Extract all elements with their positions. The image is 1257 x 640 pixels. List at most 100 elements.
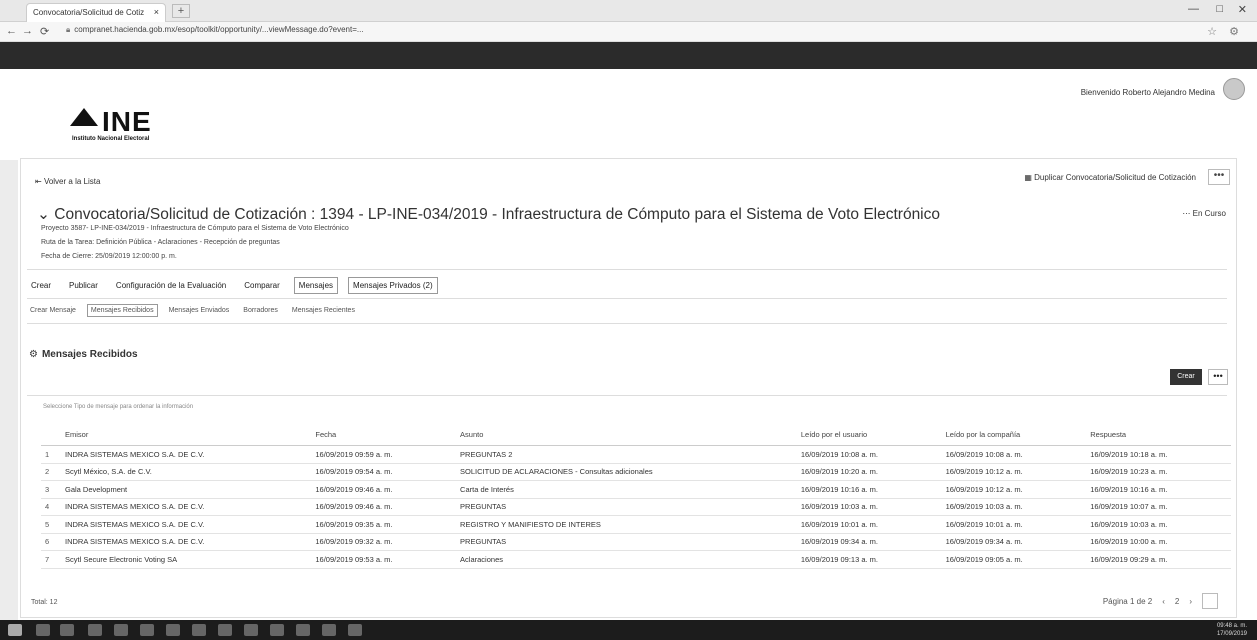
menu-comparar[interactable]: Comparar: [240, 278, 284, 293]
main-panel: ⇤ Volver a la Lista ▦ Duplicar Convocato…: [20, 158, 1237, 618]
header-more-button[interactable]: •••: [1208, 169, 1230, 185]
url-input[interactable]: 🔒︎ compranet.hacienda.gob.mx/esop/toolkit…: [62, 25, 1152, 39]
menu-crear[interactable]: Crear: [27, 278, 55, 293]
close-window-icon[interactable]: ✕: [1238, 3, 1247, 16]
submenu-mensajes-enviados[interactable]: Mensajes Enviados: [166, 305, 233, 316]
search-icon[interactable]: [36, 624, 50, 636]
bookmark-star-icon[interactable]: ☆: [1207, 25, 1217, 38]
col-header-leido-compania[interactable]: Leído por la compañía: [941, 424, 1087, 446]
cell-leido-compania: 16/09/2019 09:05 a. m.: [941, 550, 1087, 569]
back-to-list-link[interactable]: ⇤ Volver a la Lista: [35, 177, 100, 186]
gear-icon: ⚙: [29, 349, 38, 360]
table-row[interactable]: 7 Scytl Secure Electronic Voting SA 16/09/…: [41, 550, 1231, 569]
back-arrow-icon[interactable]: ←: [6, 25, 17, 37]
section-more-button[interactable]: •••: [1208, 369, 1228, 385]
close-date-line: Fecha de Cierre: 25/09/2019 12:00:00 p. …: [41, 253, 177, 260]
create-message-button[interactable]: Crear: [1170, 369, 1202, 385]
browser-taskbar-icon[interactable]: [88, 624, 102, 636]
table-row[interactable]: 3 Gala Development 16/09/2019 09:46 a. m. C…: [41, 480, 1231, 499]
os-taskbar: 09:48 a. m. 17/09/2019: [0, 620, 1257, 640]
back-link-label: Volver a la Lista: [43, 177, 101, 186]
col-header-index: [41, 424, 61, 446]
logo-text: INE: [102, 106, 152, 137]
sidebar-edge: [0, 160, 18, 620]
new-tab-button[interactable]: +: [172, 4, 190, 18]
table-row[interactable]: 1 INDRA SISTEMAS MEXICO S.A. DE C.V. 16/09…: [41, 445, 1231, 464]
table-row[interactable]: 4 INDRA SISTEMAS MEXICO S.A. DE C.V. 16/09…: [41, 498, 1231, 516]
cell-fecha: 16/09/2019 09:35 a. m.: [311, 515, 457, 534]
filter-hint: Seleccione Tipo de mensaje para ordenar …: [43, 404, 194, 410]
submenu-crear-mensaje[interactable]: Crear Mensaje: [27, 305, 79, 316]
lock-icon: 🔒︎: [66, 25, 71, 34]
browser-tab[interactable]: Convocatoria/Solicitud de Cotiz ×: [26, 3, 166, 22]
tab-close-icon[interactable]: ×: [154, 7, 159, 17]
logo-subtitle: Instituto Nacional Electoral: [72, 136, 150, 142]
cell-asunto[interactable]: Carta de Interés: [456, 480, 797, 499]
col-header-fecha[interactable]: Fecha: [311, 424, 457, 446]
prev-page-icon[interactable]: ‹: [1162, 597, 1165, 606]
duplicate-link[interactable]: ▦ Duplicar Convocatoria/Solicitud de Cot…: [1024, 173, 1196, 182]
page-input[interactable]: [1202, 593, 1218, 609]
url-text: compranet.hacienda.gob.mx/esop/toolkit/o…: [74, 25, 364, 34]
cell-asunto[interactable]: Aclaraciones: [456, 550, 797, 569]
app-taskbar-icon[interactable]: [348, 624, 362, 636]
divider: [27, 269, 1227, 270]
reload-icon[interactable]: ⟳: [40, 25, 49, 38]
menu-config-evaluacion[interactable]: Configuración de la Evaluación: [112, 278, 230, 293]
task-route-line: Ruta de la Tarea: Definición Pública - A…: [41, 239, 280, 246]
app-taskbar-icon[interactable]: [140, 624, 154, 636]
menu-publicar[interactable]: Publicar: [65, 278, 102, 293]
menu-mensajes[interactable]: Mensajes: [293, 276, 339, 294]
submenu-mensajes-recibidos[interactable]: Mensajes Recibidos: [86, 303, 158, 317]
app-taskbar-icon[interactable]: [218, 624, 232, 636]
cell-fecha: 16/09/2019 09:46 a. m.: [311, 480, 457, 499]
total-count: Total: 12: [31, 599, 58, 606]
top-band: [0, 42, 1257, 69]
cell-emisor: Gala Development: [61, 480, 312, 499]
app-taskbar-icon[interactable]: [192, 624, 206, 636]
menu-mensajes-privados[interactable]: Mensajes Privados (2): [348, 276, 438, 294]
app-taskbar-icon[interactable]: [270, 624, 284, 636]
app-taskbar-icon[interactable]: [244, 624, 258, 636]
start-icon[interactable]: [8, 624, 22, 636]
app-taskbar-icon[interactable]: [322, 624, 336, 636]
table-row[interactable]: 6 INDRA SISTEMAS MEXICO S.A. DE C.V. 16/09…: [41, 533, 1231, 551]
next-page-icon[interactable]: ›: [1189, 597, 1192, 606]
forward-arrow-icon[interactable]: →: [22, 25, 33, 37]
cell-leido-usuario: 16/09/2019 09:34 a. m.: [796, 533, 942, 551]
status-badge: ⋯ En Curso: [1182, 209, 1226, 218]
submenu-mensajes-recientes[interactable]: Mensajes Recientes: [289, 305, 358, 316]
extension-icon[interactable]: ⚙︎: [1229, 25, 1239, 38]
cell-leido-compania: 16/09/2019 10:03 a. m.: [941, 498, 1087, 516]
table-row[interactable]: 2 Scytl México, S.A. de C.V. 16/09/2019 09…: [41, 463, 1231, 481]
col-header-leido-usuario[interactable]: Leído por el usuario: [796, 424, 942, 446]
app-taskbar-icon[interactable]: [296, 624, 310, 636]
cell-respuesta: 16/09/2019 10:07 a. m.: [1086, 498, 1231, 516]
cell-asunto[interactable]: REGISTRO Y MANIFIESTO DE INTERES: [456, 515, 797, 534]
col-header-emisor[interactable]: Emisor: [61, 424, 312, 446]
minimize-icon[interactable]: —: [1188, 3, 1199, 15]
submenu-borradores[interactable]: Borradores: [240, 305, 281, 316]
address-bar: ← → ⟳ 🔒︎ compranet.hacienda.gob.mx/esop/t…: [0, 22, 1257, 42]
cell-asunto[interactable]: PREGUNTAS: [456, 533, 797, 551]
app-taskbar-icon[interactable]: [114, 624, 128, 636]
cell-respuesta: 16/09/2019 10:16 a. m.: [1086, 480, 1231, 499]
maximize-icon[interactable]: □: [1216, 3, 1223, 15]
system-clock[interactable]: 09:48 a. m. 17/09/2019: [1217, 622, 1247, 638]
cell-asunto[interactable]: SOLICITUD DE ACLARACIONES - Consultas ad…: [456, 463, 797, 481]
cell-leido-usuario: 16/09/2019 10:08 a. m.: [796, 445, 942, 464]
col-header-asunto[interactable]: Asunto: [456, 424, 797, 446]
avatar[interactable]: [1223, 78, 1245, 100]
app-taskbar-icon[interactable]: [166, 624, 180, 636]
cell-leido-compania: 16/09/2019 10:08 a. m.: [941, 445, 1087, 464]
section-title-text: Mensajes Recibidos: [41, 349, 138, 360]
page-2-link[interactable]: 2: [1175, 597, 1179, 606]
cell-asunto[interactable]: PREGUNTAS 2: [456, 445, 797, 464]
col-header-respuesta[interactable]: Respuesta: [1086, 424, 1231, 446]
table-row[interactable]: 5 INDRA SISTEMAS MEXICO S.A. DE C.V. 16/09…: [41, 515, 1231, 534]
cell-index: 3: [41, 480, 61, 499]
cell-respuesta: 16/09/2019 10:00 a. m.: [1086, 533, 1231, 551]
cell-asunto[interactable]: PREGUNTAS: [456, 498, 797, 516]
collapse-chevron-icon[interactable]: ⌄: [37, 206, 54, 223]
task-view-icon[interactable]: [60, 624, 74, 636]
